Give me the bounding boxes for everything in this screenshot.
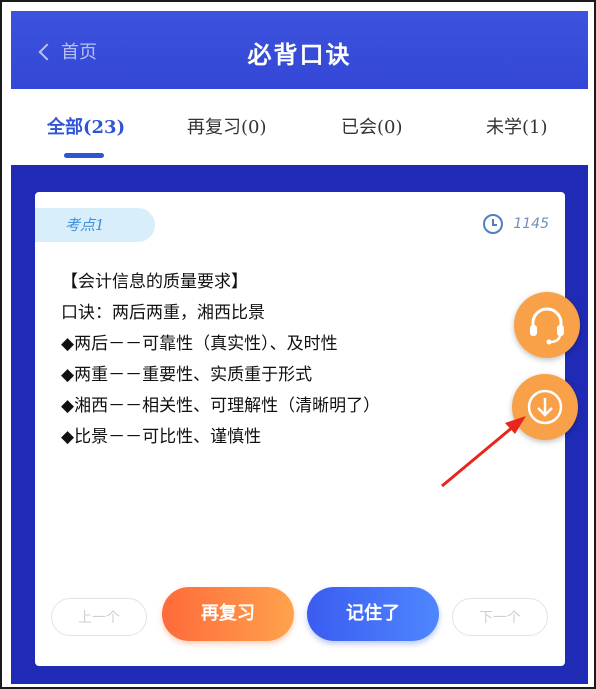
customer-service-button[interactable] — [514, 292, 580, 358]
app-header: 首页 必背口诀 — [11, 11, 588, 89]
headset-icon — [530, 307, 564, 345]
prev-button[interactable]: 上一个 — [51, 598, 147, 636]
active-tab-indicator — [64, 153, 104, 158]
review-again-button[interactable]: 再复习 — [162, 587, 294, 641]
tab-mastered[interactable]: 已会(0) — [341, 113, 403, 139]
card-line: ◆两重－－重要性、实质重于形式 — [61, 365, 313, 385]
download-button[interactable] — [512, 374, 578, 440]
next-button[interactable]: 下一个 — [452, 598, 548, 636]
tab-bar: 全部(23) 再复习(0) 已会(0) 未学(1) — [11, 89, 588, 165]
flashcard: 考点1 1145 【会计信息的质量要求】 口诀：两后两重，湘西比景 ◆两后－－可… — [35, 192, 565, 666]
topic-badge: 考点1 — [35, 208, 155, 242]
view-count-value: 1145 — [513, 216, 549, 232]
card-line: 【会计信息的质量要求】 — [61, 272, 248, 292]
download-icon — [527, 389, 563, 425]
card-line: ◆比景－－可比性、谨慎性 — [61, 427, 262, 447]
card-content: 【会计信息的质量要求】 口诀：两后两重，湘西比景 ◆两后－－可靠性（真实性）、及… — [61, 267, 541, 453]
view-count: 1145 — [483, 214, 549, 234]
tab-review[interactable]: 再复习(0) — [187, 113, 267, 139]
tab-all[interactable]: 全部(23) — [47, 113, 125, 139]
tab-unlearned[interactable]: 未学(1) — [486, 113, 548, 139]
clock-icon — [483, 214, 504, 234]
app-screen: 首页 必背口诀 全部(23) 再复习(0) 已会(0) 未学(1) 考点1 11… — [11, 11, 588, 684]
card-line: ◆湘西－－相关性、可理解性（清晰明了） — [61, 396, 381, 416]
got-it-button[interactable]: 记住了 — [307, 587, 439, 641]
screenshot-frame: 首页 必背口诀 全部(23) 再复习(0) 已会(0) 未学(1) 考点1 11… — [0, 0, 596, 689]
card-line: ◆两后－－可靠性（真实性）、及时性 — [61, 334, 338, 354]
card-line: 口诀：两后两重，湘西比景 — [61, 303, 265, 323]
page-title: 必背口诀 — [247, 40, 352, 69]
